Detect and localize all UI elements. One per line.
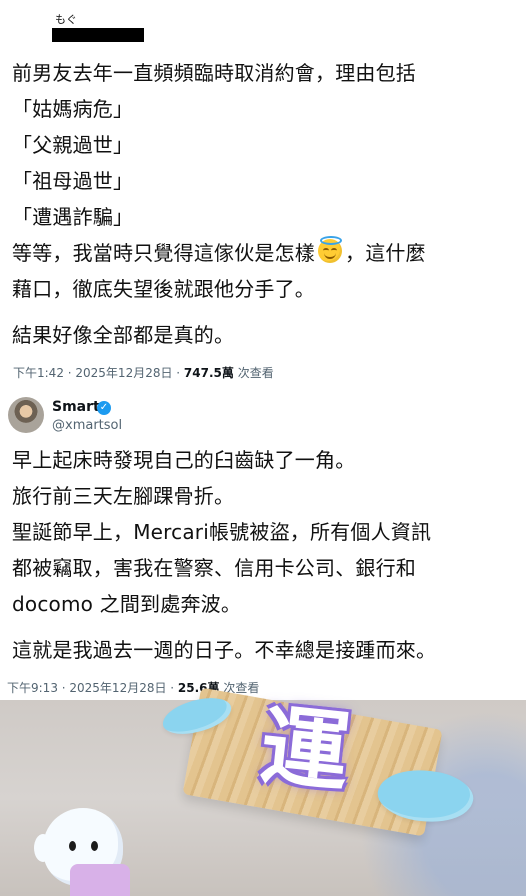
tweet-2-line-3: 聖誕節早上，Mercari帳號被盜，所有個人資訊 bbox=[12, 520, 432, 544]
block-kanji-text: 運 bbox=[255, 693, 355, 806]
display-name[interactable]: Smart bbox=[52, 399, 100, 415]
tweet-2-line-5: docomo 之間到處奔波。 bbox=[12, 592, 242, 616]
figurine-left-eye bbox=[69, 841, 76, 851]
verified-badge-icon: ✓ bbox=[97, 401, 111, 415]
figurine-body bbox=[70, 864, 130, 896]
author-header: もぐ bbox=[52, 14, 172, 42]
tweet-1-line-6-end: ，這什麼 bbox=[345, 241, 426, 265]
avatar[interactable] bbox=[8, 397, 44, 433]
tweet-2-line-4: 都被竊取，害我在警察、信用卡公司、銀行和 bbox=[12, 556, 416, 580]
redacted-handle-bar bbox=[52, 28, 144, 42]
tweet-1-line-6-start: 等等，我當時只覺得這傢伙是怎樣 bbox=[12, 241, 315, 265]
tweet-1-line-3: 「父親過世」 bbox=[12, 133, 134, 157]
author-name[interactable]: もぐ bbox=[55, 14, 172, 26]
tweet-2-timestamp: 下午9:13 · 2025年12月28日 · bbox=[7, 681, 178, 695]
tweet-1-line-8: 結果好像全部都是真的。 bbox=[12, 323, 235, 347]
tweet-2-line-2: 旅行前三天左腳踝骨折。 bbox=[12, 484, 235, 508]
tweet-2-line-1: 早上起床時發現自己的臼齒缺了一角。 bbox=[12, 448, 356, 472]
tweet-1-line-7: 藉口，徹底失望後就跟他分手了。 bbox=[12, 277, 315, 301]
user-handle[interactable]: @xmartsol bbox=[52, 418, 122, 433]
tweet-1: もぐ 前男友去年一直頻頻臨時取消約會，理由包括 「姑媽病危」 「父親過世」 「祖… bbox=[0, 0, 526, 392]
tweet-1-line-6: 等等，我當時只覺得這傢伙是怎樣 ，這什麼 bbox=[12, 235, 514, 271]
emoji-left-eye bbox=[323, 248, 329, 253]
tweet-2-text: 早上起床時發現自己的臼齒缺了一角。 旅行前三天左腳踝骨折。 聖誕節早上，Merc… bbox=[12, 442, 514, 668]
tweet-1-views: 747.5萬 bbox=[183, 366, 234, 380]
tweet-1-views-label: 次查看 bbox=[233, 366, 274, 380]
tweet-1-line-2: 「姑媽病危」 bbox=[12, 97, 134, 121]
figurine-right-eye bbox=[91, 841, 98, 851]
emoji-right-eye bbox=[331, 248, 337, 253]
tweet-2-line-6: 這就是我過去一週的日子。不幸總是接踵而來。 bbox=[12, 638, 437, 662]
halo-smile-emoji-icon bbox=[318, 236, 342, 263]
tweet-1-text: 前男友去年一直頻頻臨時取消約會，理由包括 「姑媽病危」 「父親過世」 「祖母過世… bbox=[12, 55, 514, 353]
tweet-2: Smart ✓ @xmartsol 早上起床時發現自己的臼齒缺了一角。 旅行前三… bbox=[0, 392, 526, 700]
tweet-1-meta[interactable]: 下午1:42 · 2025年12月28日 · 747.5萬 次查看 bbox=[13, 364, 274, 381]
tweet-1-line-4: 「祖母過世」 bbox=[12, 169, 134, 193]
tweet-1-line-5: 「遭遇詐騙」 bbox=[12, 205, 134, 229]
tweet-1-timestamp: 下午1:42 · 2025年12月28日 · bbox=[13, 366, 184, 380]
tweet-1-line-1: 前男友去年一直頻頻臨時取消約會，理由包括 bbox=[12, 61, 416, 85]
